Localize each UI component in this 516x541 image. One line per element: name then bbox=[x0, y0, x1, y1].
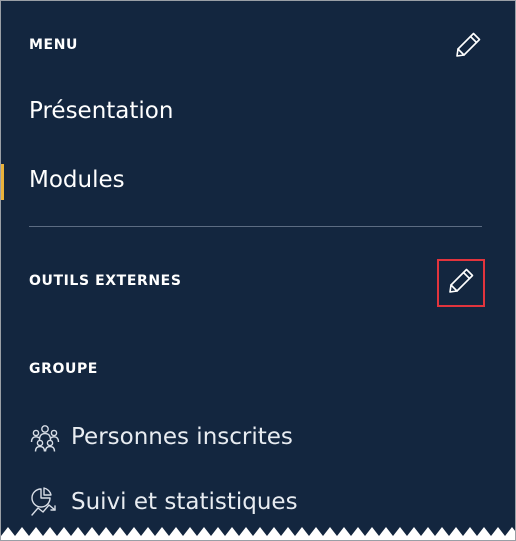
section-divider bbox=[29, 226, 482, 227]
menu-item-modules[interactable]: Modules bbox=[29, 167, 125, 193]
edit-external-tools-button[interactable] bbox=[437, 259, 485, 307]
pencil-icon bbox=[446, 266, 476, 300]
group-item-registered-people[interactable]: Personnes inscrites bbox=[29, 421, 293, 453]
active-item-indicator bbox=[1, 164, 4, 200]
group-item-label: Suivi et statistiques bbox=[71, 489, 298, 515]
stats-icon bbox=[29, 486, 61, 518]
course-sidebar: MENU Présentation Modules OUTILS EXTERNE… bbox=[0, 0, 516, 541]
edit-menu-button[interactable] bbox=[446, 27, 490, 67]
group-item-label: Personnes inscrites bbox=[71, 424, 293, 450]
torn-edge-decoration bbox=[1, 527, 515, 540]
people-group-icon bbox=[29, 421, 61, 453]
menu-section-title: MENU bbox=[29, 37, 78, 53]
menu-item-presentation[interactable]: Présentation bbox=[29, 98, 173, 124]
group-section-title: GROUPE bbox=[29, 361, 98, 377]
pencil-icon bbox=[453, 30, 483, 64]
group-item-tracking-statistics[interactable]: Suivi et statistiques bbox=[29, 486, 298, 518]
external-tools-section-title: OUTILS EXTERNES bbox=[29, 273, 182, 289]
